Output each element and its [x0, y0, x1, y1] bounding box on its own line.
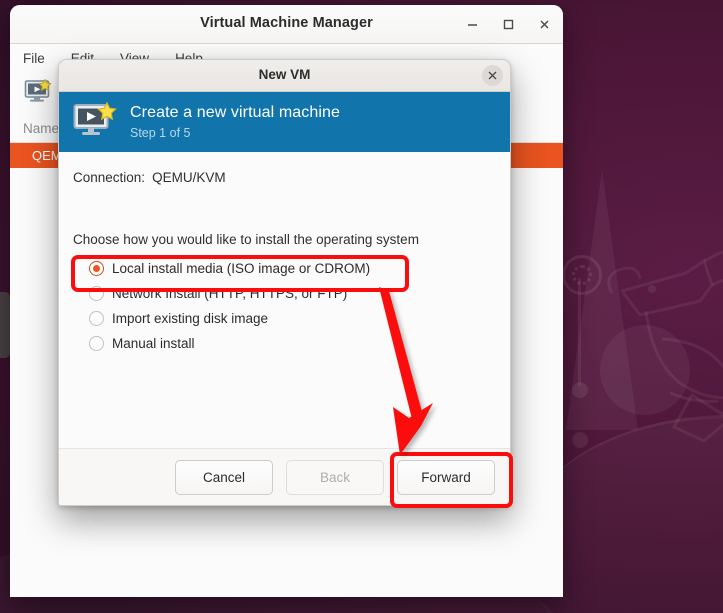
window-controls [461, 14, 555, 34]
cancel-button[interactable]: Cancel [175, 459, 273, 495]
radio-label: Import existing disk image [112, 311, 269, 326]
radio-label: Local install media (ISO image or CDROM) [112, 261, 371, 276]
dialog-title: New VM [258, 67, 311, 82]
banner-title: Create a new virtual machine [130, 103, 341, 121]
dialog-footer: Cancel Back Forward [59, 448, 510, 505]
dialog-banner: Create a new virtual machine Step 1 of 5 [59, 92, 510, 152]
radio-icon-checked[interactable] [89, 261, 104, 276]
radio-icon[interactable] [89, 336, 104, 351]
install-prompt-label: Choose how you would like to install the… [73, 232, 419, 247]
wallpaper-dot-shape [572, 382, 588, 398]
back-button: Back [286, 459, 384, 495]
wallpaper-dot-shape-2 [572, 432, 588, 448]
radio-option-manual-install[interactable]: Manual install [73, 331, 510, 356]
column-header-name: Name [23, 121, 60, 136]
new-vm-icon[interactable] [24, 77, 52, 110]
close-icon[interactable] [533, 14, 555, 34]
ubuntu-logo-mark [562, 255, 602, 295]
radio-option-network-install[interactable]: Network Install (HTTP, HTTPS, or FTP) [73, 281, 510, 306]
radio-option-local-install-media[interactable]: Local install media (ISO image or CDROM) [73, 256, 510, 281]
radio-label: Network Install (HTTP, HTTPS, or FTP) [112, 286, 348, 301]
connection-value: QEMU/KVM [152, 170, 226, 185]
banner-text-block: Create a new virtual machine Step 1 of 5 [130, 104, 340, 141]
dialog-content: Connection: QEMU/KVM Choose how you would… [59, 152, 510, 448]
radio-icon[interactable] [89, 311, 104, 326]
connection-row: Connection: QEMU/KVM [73, 170, 510, 185]
connection-label: Connection: [73, 170, 146, 185]
install-method-radio-group: Local install media (ISO image or CDROM)… [73, 256, 510, 356]
banner-step-label: Step 1 of 5 [130, 125, 191, 140]
main-window-titlebar: Virtual Machine Manager [10, 5, 563, 44]
dock-edge-panel[interactable] [0, 292, 10, 358]
fox-silhouette-icon [600, 245, 723, 445]
forward-button[interactable]: Forward [397, 459, 495, 495]
menu-item-file[interactable]: File [19, 49, 49, 68]
maximize-icon[interactable] [497, 14, 519, 34]
new-vm-icon [73, 101, 117, 142]
desktop: Virtual Machine Manager File Edit View H… [0, 0, 723, 613]
radio-icon[interactable] [89, 286, 104, 301]
radio-label: Manual install [112, 336, 195, 351]
radio-option-import-existing-disk-image[interactable]: Import existing disk image [73, 306, 510, 331]
new-vm-dialog: New VM Create a new virtual machine Step… [58, 59, 511, 506]
dialog-titlebar: New VM [59, 60, 510, 92]
close-icon[interactable] [482, 65, 503, 86]
minimize-icon[interactable] [461, 14, 483, 34]
